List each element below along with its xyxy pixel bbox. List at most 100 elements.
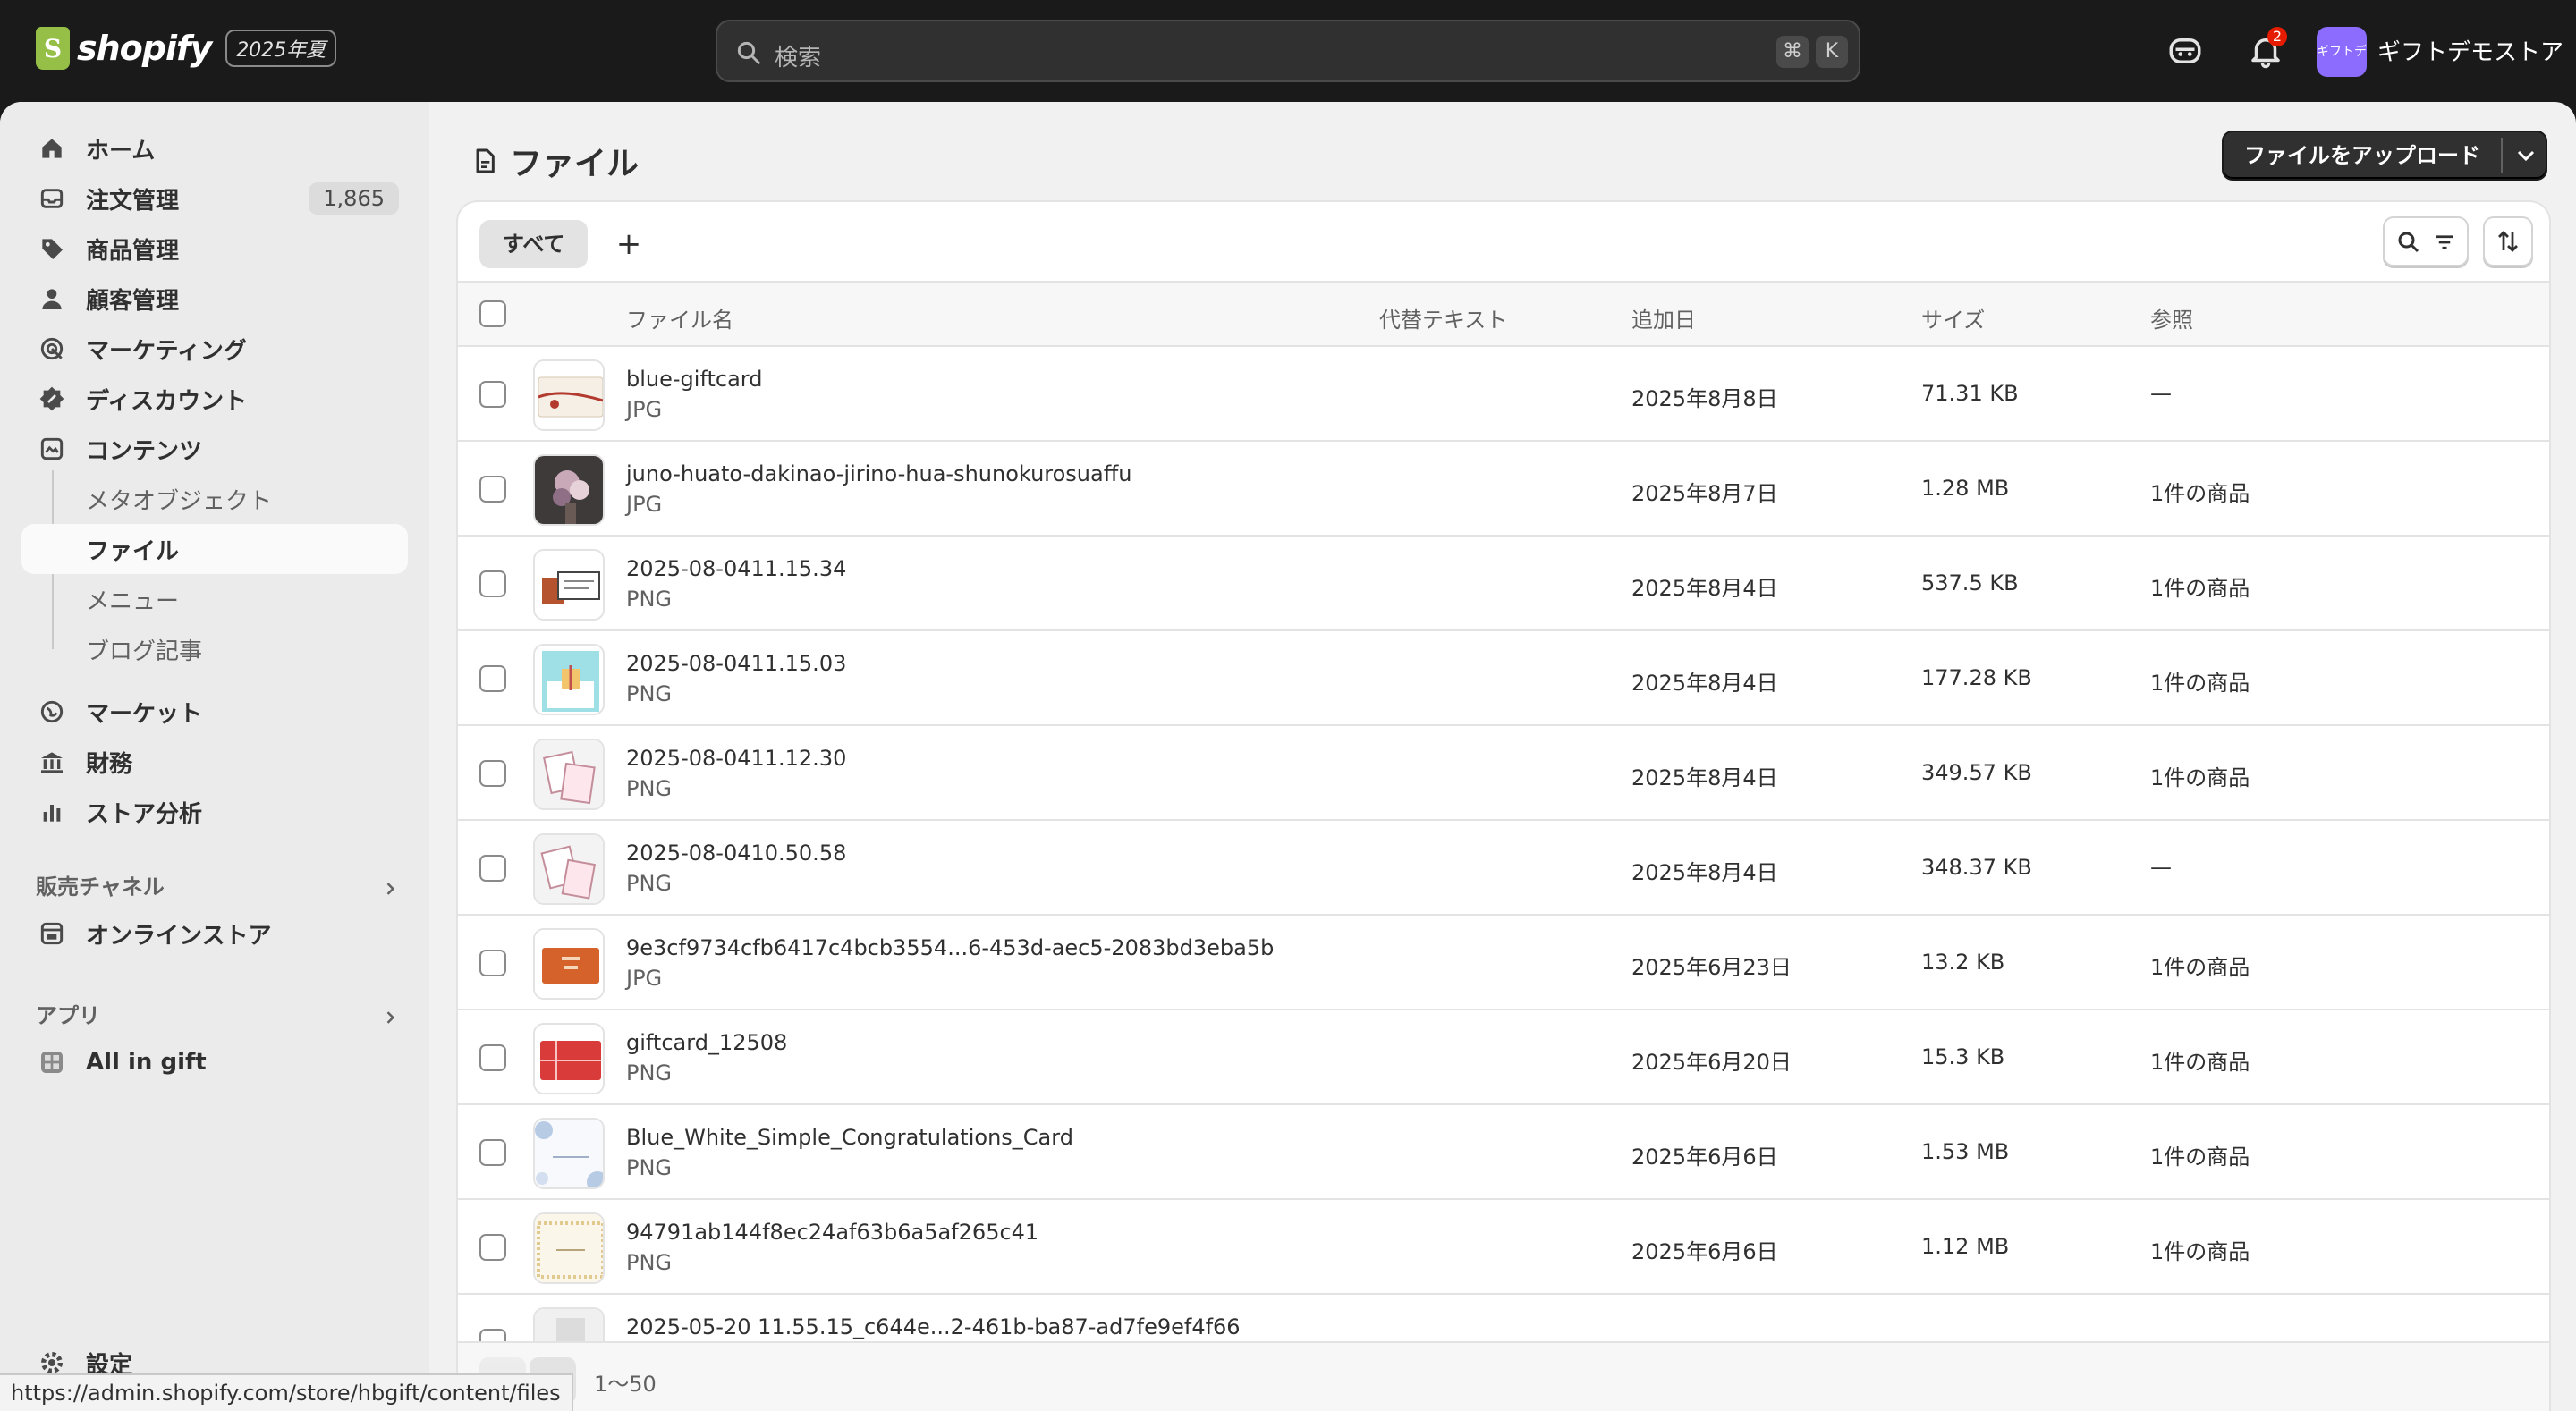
files-card: すべて + ファイル名 代替テキスト 追加日 サイズ 参照 blue-giftc…: [458, 202, 2549, 1411]
sidebar-item-content[interactable]: コンテンツ: [21, 424, 408, 474]
sidebar-item-menus[interactable]: メニュー: [21, 574, 408, 624]
table-row[interactable]: giftcard_12508 PNG 2025年6月20日 15.3 KB 1件…: [458, 1010, 2549, 1105]
sidebar-item-metaobjects[interactable]: メタオブジェクト: [21, 474, 408, 524]
file-name[interactable]: 94791ab144f8ec24af63b6a5af265c41: [626, 1220, 1038, 1245]
store-name[interactable]: ギフトデモストア: [2377, 34, 2563, 67]
table-row[interactable]: juno-huato-dakinao-jirino-hua-shunokuros…: [458, 442, 2549, 537]
column-header-filename[interactable]: ファイル名: [626, 302, 733, 334]
sidebar-item-analytics[interactable]: ストア分析: [21, 787, 408, 837]
sidebar-item-finance[interactable]: 財務: [21, 737, 408, 787]
file-name[interactable]: Blue_White_Simple_Congratulations_Card: [626, 1125, 1073, 1150]
sidebar-item-label: ファイル: [86, 537, 180, 565]
sidebar-item-discounts[interactable]: ディスカウント: [21, 374, 408, 424]
row-checkbox[interactable]: [479, 476, 506, 503]
file-name[interactable]: 2025-08-0411.15.34: [626, 556, 846, 581]
pagination-label: 1〜50: [594, 1372, 657, 1397]
file-thumbnail[interactable]: [533, 739, 605, 810]
row-checkbox[interactable]: [479, 760, 506, 787]
file-type: PNG: [626, 1250, 673, 1275]
search-filter-button[interactable]: [2383, 216, 2469, 266]
file-thumbnail[interactable]: [533, 1212, 605, 1284]
sidebar-item-blog-posts[interactable]: ブログ記事: [21, 624, 408, 674]
references-cell: 1件の商品: [2150, 955, 2250, 980]
table-row[interactable]: 2025-08-0411.12.30 PNG 2025年8月4日 349.57 …: [458, 726, 2549, 821]
row-checkbox[interactable]: [479, 855, 506, 882]
sidebar-item-markets[interactable]: マーケット: [21, 687, 408, 737]
row-checkbox[interactable]: [479, 1234, 506, 1261]
chevron-right-icon[interactable]: [381, 1009, 399, 1027]
sales-channels-heading[interactable]: 販売チャネル: [36, 869, 165, 900]
row-checkbox[interactable]: [479, 665, 506, 692]
bar-chart-icon: [43, 805, 61, 822]
kbd-k: K: [1816, 36, 1848, 68]
table-row[interactable]: Blue_White_Simple_Congratulations_Card P…: [458, 1105, 2549, 1200]
file-thumbnail[interactable]: [533, 359, 605, 431]
sidebar-item-products[interactable]: 商品管理: [21, 224, 408, 274]
file-thumbnail[interactable]: [533, 1118, 605, 1189]
column-header-date-added[interactable]: 追加日: [1631, 302, 1696, 334]
target-icon: [40, 337, 64, 360]
sidebar-item-marketing[interactable]: マーケティング: [21, 324, 408, 374]
date-added-cell: 2025年6月6日: [1631, 1145, 1778, 1170]
sidebar-item-all-in-gift[interactable]: All in gift: [21, 1037, 408, 1087]
sidebar-item-home[interactable]: ホーム: [21, 123, 408, 173]
file-thumbnail[interactable]: [533, 549, 605, 621]
add-view-button[interactable]: +: [606, 222, 651, 266]
file-name[interactable]: juno-huato-dakinao-jirino-hua-shunokuros…: [626, 461, 1131, 486]
store-avatar[interactable]: ギフトデモ: [2317, 27, 2367, 77]
file-thumbnail[interactable]: [533, 1023, 605, 1094]
table-row[interactable]: 94791ab144f8ec24af63b6a5af265c41 PNG 202…: [458, 1200, 2549, 1295]
row-checkbox[interactable]: [479, 570, 506, 597]
file-name[interactable]: blue-giftcard: [626, 367, 762, 392]
table-row[interactable]: 2025-08-0410.50.58 PNG 2025年8月4日 348.37 …: [458, 821, 2549, 916]
table-row[interactable]: 9e3cf9734cfb6417c4bcb3554...6-453d-aec5-…: [458, 916, 2549, 1010]
table-row[interactable]: 2025-08-0411.15.34 PNG 2025年8月4日 537.5 K…: [458, 537, 2549, 631]
page-header: ファイル: [470, 138, 639, 184]
sidebar-item-online-store[interactable]: オンラインストア: [21, 908, 408, 959]
column-header-size[interactable]: サイズ: [1921, 302, 1985, 334]
file-name[interactable]: 2025-08-0410.50.58: [626, 841, 846, 866]
thumbnail-image: [535, 930, 603, 998]
file-thumbnail[interactable]: [533, 928, 605, 1000]
tab-all[interactable]: すべて: [479, 220, 589, 268]
row-checkbox[interactable]: [479, 1139, 506, 1166]
chevron-down-icon[interactable]: [2506, 132, 2546, 179]
file-thumbnail[interactable]: [533, 454, 605, 526]
search-bar[interactable]: 検索 ⌘ K: [716, 20, 1860, 82]
orders-count-badge: 1,865: [309, 182, 399, 215]
button-divider: [2501, 138, 2503, 173]
upload-files-button[interactable]: ファイルをアップロード: [2224, 132, 2501, 179]
row-checkbox[interactable]: [479, 950, 506, 976]
file-name[interactable]: giftcard_12508: [626, 1030, 787, 1055]
chevron-right-icon[interactable]: [381, 880, 399, 898]
date-added-cell: 2025年8月4日: [1631, 765, 1778, 790]
table-row[interactable]: blue-giftcard JPG 2025年8月8日 71.31 KB —: [458, 347, 2549, 442]
edition-badge[interactable]: 2025年夏: [225, 30, 337, 67]
row-checkbox[interactable]: [479, 381, 506, 408]
file-name[interactable]: 2025-08-0411.12.30: [626, 746, 846, 771]
sidekick-icon[interactable]: [2166, 32, 2204, 70]
file-thumbnail[interactable]: [533, 833, 605, 905]
file-name[interactable]: 2025-08-0411.15.03: [626, 651, 846, 676]
sidebar-item-orders[interactable]: 注文管理 1,865: [21, 173, 408, 224]
storefront-icon: [40, 922, 64, 945]
sort-button[interactable]: [2483, 216, 2533, 266]
apps-heading[interactable]: アプリ: [36, 998, 100, 1029]
sidebar-item-label: コンテンツ: [86, 437, 203, 465]
references-cell: 1件の商品: [2150, 1145, 2250, 1170]
sidebar-item-files[interactable]: ファイル: [21, 524, 408, 574]
kbd-cmd: ⌘: [1776, 36, 1809, 68]
row-checkbox[interactable]: [479, 1044, 506, 1071]
date-added-cell: 2025年8月8日: [1631, 386, 1778, 411]
select-all-checkbox[interactable]: [479, 300, 506, 327]
file-thumbnail[interactable]: [533, 644, 605, 715]
sidebar-item-label: 財務: [86, 750, 133, 778]
table-row[interactable]: 2025-08-0411.15.03 PNG 2025年8月4日 177.28 …: [458, 631, 2549, 726]
file-name[interactable]: 9e3cf9734cfb6417c4bcb3554...6-453d-aec5-…: [626, 935, 1274, 960]
shopify-logo[interactable]: S shopify 2025年夏: [36, 27, 337, 70]
file-name[interactable]: 2025-05-20 11.55.15_c644e...2-461b-ba87-…: [626, 1314, 1241, 1339]
brand-wordmark: shopify: [77, 29, 212, 68]
file-type: JPG: [626, 492, 663, 517]
references-cell: 1件の商品: [2150, 1239, 2250, 1264]
sidebar-item-customers[interactable]: 顧客管理: [21, 274, 408, 324]
